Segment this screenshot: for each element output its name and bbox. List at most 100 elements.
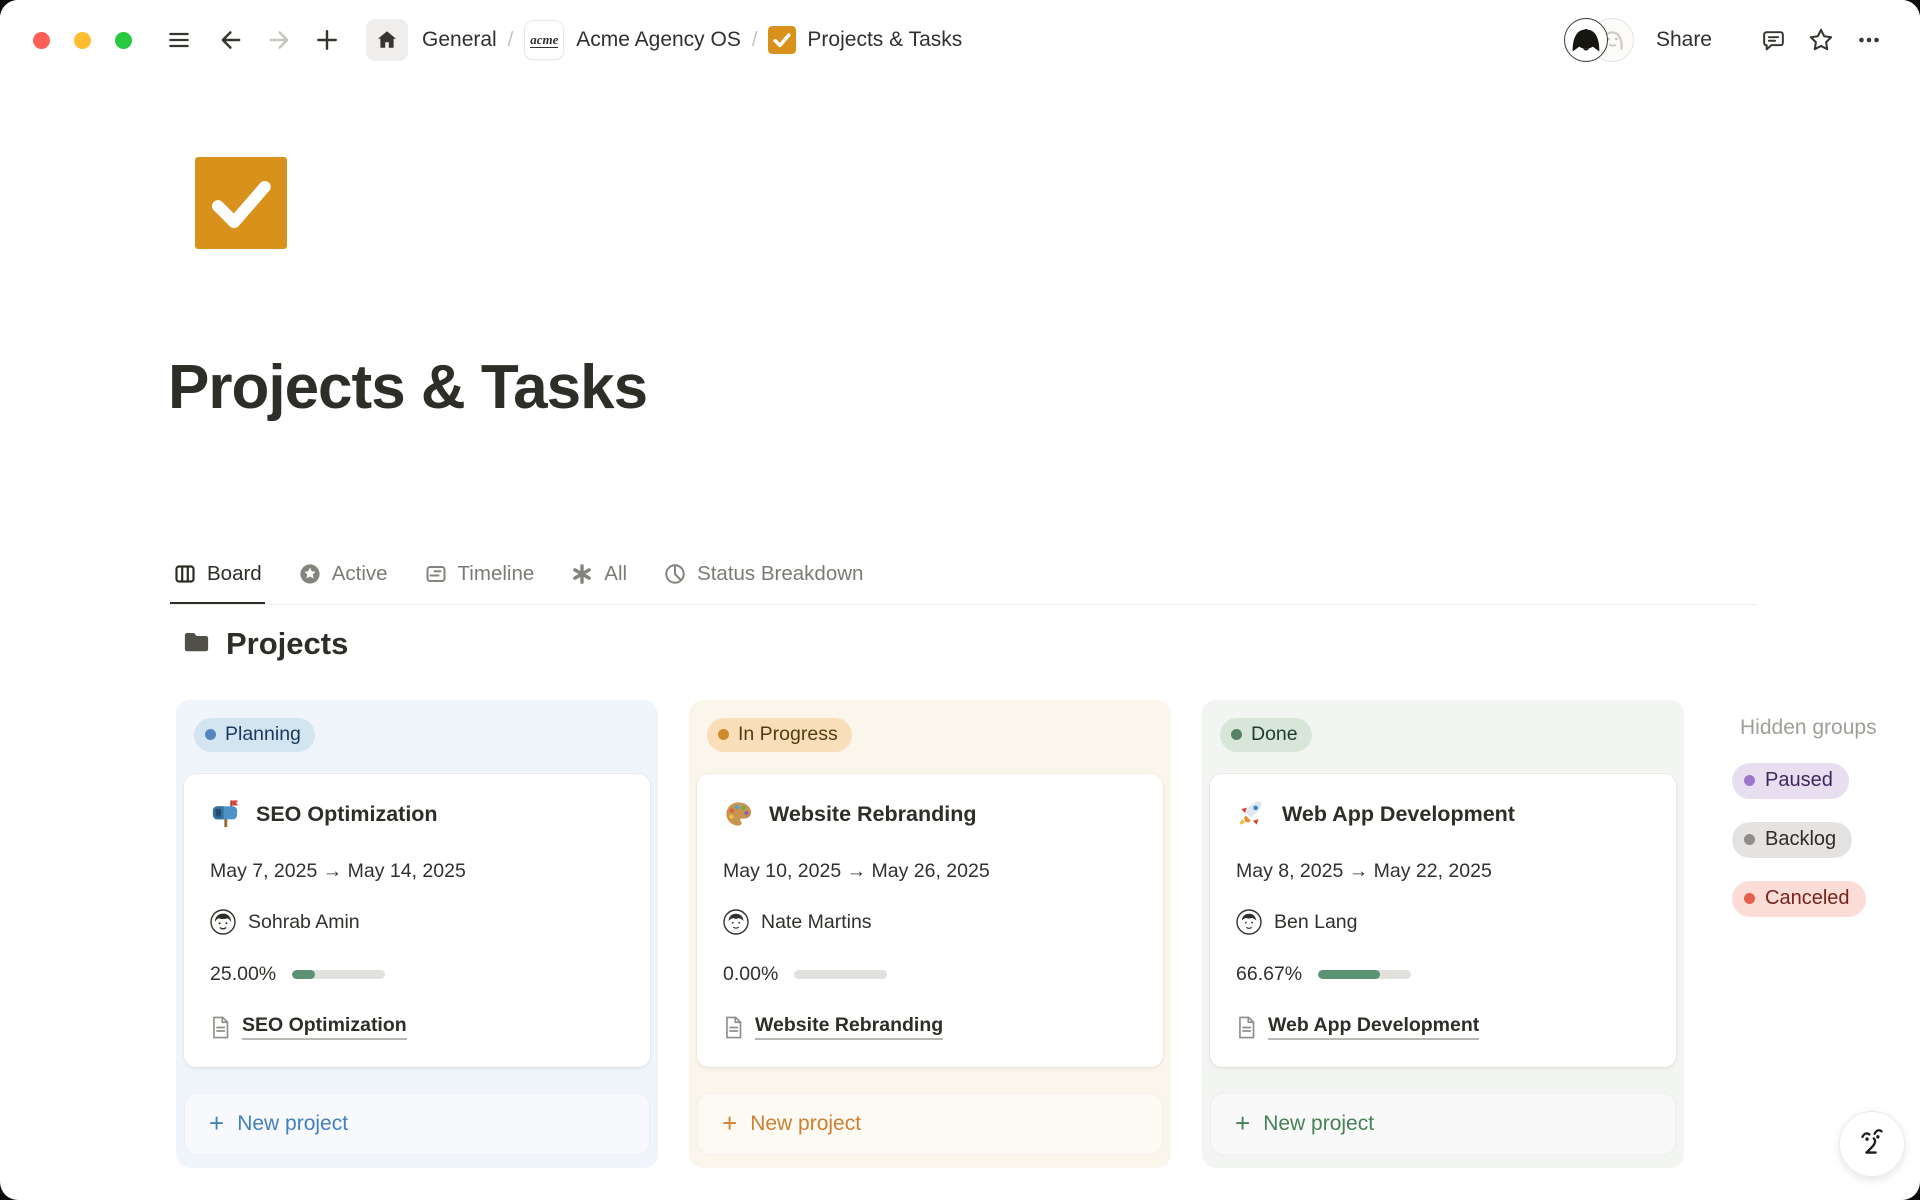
- progress-bar: [794, 970, 887, 979]
- star-circle-icon: [298, 562, 322, 586]
- close-window-button[interactable]: [33, 32, 50, 49]
- tab-label: Timeline: [458, 562, 535, 586]
- notion-ai-button[interactable]: [1840, 1112, 1904, 1176]
- card-progress: 0.00%: [723, 963, 1137, 986]
- card-link[interactable]: Web App Development: [1268, 1014, 1479, 1040]
- tab-label: All: [604, 562, 627, 586]
- new-project-button[interactable]: + New project: [1210, 1093, 1676, 1155]
- card-date-range: May 10, 2025 → May 26, 2025: [723, 860, 1137, 883]
- plus-icon: +: [209, 1110, 224, 1136]
- progress-label: 0.00%: [723, 963, 778, 986]
- card-link[interactable]: Website Rebranding: [755, 1014, 943, 1040]
- new-project-label: New project: [237, 1112, 348, 1136]
- project-card[interactable]: Web App Development May 8, 2025 → May 22…: [1210, 774, 1676, 1067]
- assignee-name: Ben Lang: [1274, 911, 1358, 934]
- assignee-name: Sohrab Amin: [248, 911, 360, 934]
- status-dot: [718, 729, 729, 740]
- status-label: In Progress: [738, 723, 838, 746]
- card-title: Web App Development: [1282, 802, 1515, 827]
- breadcrumb: General / acme Acme Agency OS / Projects…: [422, 20, 962, 60]
- progress-bar: [292, 970, 385, 979]
- notion-window: General / acme Acme Agency OS / Projects…: [0, 0, 1920, 1200]
- folder-icon: [181, 626, 212, 662]
- more-options-icon[interactable]: [1852, 23, 1886, 57]
- card-link[interactable]: SEO Optimization: [242, 1014, 407, 1040]
- new-project-button[interactable]: + New project: [184, 1093, 650, 1155]
- collaborator-avatars[interactable]: [1564, 17, 1638, 63]
- ai-face-icon: [1854, 1124, 1890, 1165]
- tab-label: Board: [207, 562, 262, 586]
- card-link-row: Web App Development: [1236, 1014, 1650, 1040]
- breadcrumb-item-workspace[interactable]: Acme Agency OS: [576, 28, 741, 52]
- sidebar-menu-icon[interactable]: [162, 23, 196, 57]
- page-doc-icon: [210, 1015, 231, 1040]
- workspace-logo[interactable]: acme: [524, 20, 564, 60]
- progress-fill: [1318, 970, 1380, 979]
- project-card[interactable]: SEO Optimization May 7, 2025 → May 14, 2…: [184, 774, 650, 1067]
- card-date-range: May 8, 2025 → May 22, 2025: [1236, 860, 1650, 883]
- assignee-avatar: [1236, 909, 1262, 935]
- progress-bar: [1318, 970, 1411, 979]
- progress-fill: [292, 970, 315, 979]
- traffic-lights: [33, 32, 132, 49]
- view-tabs: Board Active Timeline All Status Breakdo…: [170, 546, 1756, 605]
- hidden-group-label: Backlog: [1765, 828, 1836, 851]
- palette-emoji-icon: [723, 799, 754, 830]
- asterisk-icon: [570, 562, 594, 586]
- section-header: Projects: [181, 626, 348, 662]
- tab-label: Active: [332, 562, 388, 586]
- avatar-collaborator-1: [1564, 18, 1608, 62]
- status-label: Planning: [225, 723, 301, 746]
- tab-active[interactable]: Active: [295, 546, 391, 605]
- hidden-group-label: Canceled: [1765, 887, 1850, 910]
- status-pill-in-progress[interactable]: In Progress: [707, 718, 852, 752]
- assignee-name: Nate Martins: [761, 911, 872, 934]
- card-title: Website Rebranding: [769, 802, 976, 827]
- zoom-window-button[interactable]: [115, 32, 132, 49]
- forward-arrow-icon[interactable]: [262, 23, 296, 57]
- card-assignee: Nate Martins: [723, 909, 1137, 935]
- hidden-group-backlog[interactable]: Backlog: [1732, 822, 1852, 858]
- minimize-window-button[interactable]: [74, 32, 91, 49]
- home-icon[interactable]: [366, 19, 408, 61]
- comments-icon[interactable]: [1756, 23, 1790, 57]
- plus-icon: +: [722, 1110, 737, 1136]
- status-label: Done: [1251, 723, 1298, 746]
- tab-status-breakdown[interactable]: Status Breakdown: [660, 546, 866, 605]
- tab-board[interactable]: Board: [170, 546, 265, 605]
- hidden-group-paused[interactable]: Paused: [1732, 763, 1849, 799]
- hidden-group-canceled[interactable]: Canceled: [1732, 881, 1866, 917]
- board-column-in-progress: In Progress Website Rebranding May 10, 2…: [689, 700, 1171, 1168]
- new-tab-plus-icon[interactable]: [310, 23, 344, 57]
- status-dot: [205, 729, 216, 740]
- share-button[interactable]: Share: [1656, 28, 1712, 52]
- new-project-button[interactable]: + New project: [697, 1093, 1163, 1155]
- hidden-groups-title: Hidden groups: [1740, 716, 1877, 740]
- status-dot: [1744, 893, 1755, 904]
- project-card[interactable]: Website Rebranding May 10, 2025 → May 26…: [697, 774, 1163, 1067]
- new-project-label: New project: [1263, 1112, 1374, 1136]
- section-title: Projects: [226, 626, 348, 662]
- tab-timeline[interactable]: Timeline: [421, 546, 538, 605]
- back-arrow-icon[interactable]: [214, 23, 248, 57]
- hidden-groups-panel: Hidden groups Paused Backlog Canceled: [1732, 716, 1877, 917]
- breadcrumb-separator: /: [508, 29, 514, 52]
- page-checkbox-icon[interactable]: [195, 156, 287, 250]
- status-dot: [1744, 834, 1755, 845]
- board-column-planning: Planning SEO Optimization May 7, 2025 → …: [176, 700, 658, 1168]
- card-assignee: Ben Lang: [1236, 909, 1650, 935]
- timeline-icon: [424, 562, 448, 586]
- card-date-range: May 7, 2025 → May 14, 2025: [210, 860, 624, 883]
- status-pill-done[interactable]: Done: [1220, 718, 1312, 752]
- mailbox-emoji-icon: [210, 799, 241, 830]
- tab-all[interactable]: All: [567, 546, 630, 605]
- favorite-star-icon[interactable]: [1804, 23, 1838, 57]
- hidden-group-label: Paused: [1765, 769, 1833, 792]
- board-icon: [173, 562, 197, 586]
- card-progress: 25.00%: [210, 963, 624, 986]
- breadcrumb-item-page[interactable]: Projects & Tasks: [807, 28, 962, 52]
- card-progress: 66.67%: [1236, 963, 1650, 986]
- status-pill-planning[interactable]: Planning: [194, 718, 315, 752]
- breadcrumb-item-general[interactable]: General: [422, 28, 497, 52]
- page-doc-icon: [1236, 1015, 1257, 1040]
